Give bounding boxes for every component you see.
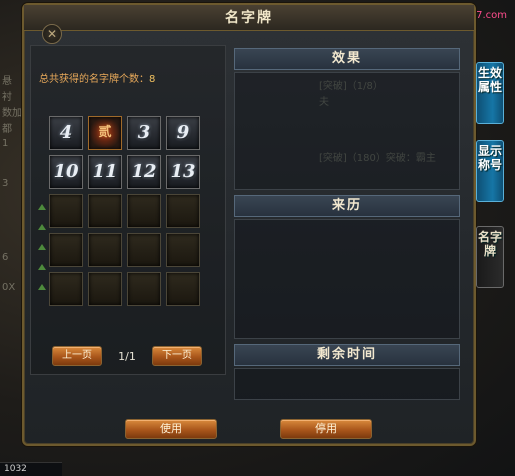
close-icon[interactable]: ✕ [42, 24, 62, 44]
up-arrow-icon [38, 284, 46, 290]
use-button[interactable]: 使用 [125, 419, 217, 439]
bottom-counter: 1032 [0, 462, 62, 476]
background-text: 都 [2, 124, 12, 135]
empty-tag-slot[interactable] [127, 272, 161, 306]
name-tag-grid: 4 贰 3 9 10 11 12 13 [49, 116, 200, 306]
name-tag-slot[interactable]: 3 [127, 116, 161, 150]
name-tag-slot[interactable]: 13 [166, 155, 200, 189]
name-tag-slot[interactable]: 9 [166, 116, 200, 150]
empty-tag-slot[interactable] [166, 233, 200, 267]
background-text: 1 [2, 138, 9, 149]
prev-page-button[interactable]: 上一页 [52, 346, 102, 366]
window-titlebar[interactable]: 名字牌 [24, 5, 474, 31]
name-tag-glyph: 3 [137, 122, 151, 143]
background-text: 衬 [2, 92, 12, 103]
source-header: 来历 [234, 195, 460, 217]
up-arrow-icon [38, 204, 46, 210]
name-tag-glyph: 贰 [98, 125, 112, 140]
tab-show-title[interactable]: 显示称号 [476, 140, 504, 202]
empty-tag-slot[interactable] [127, 233, 161, 267]
window-title: 名字牌 [225, 10, 273, 26]
pager: 上一页 1/1 下一页 [52, 346, 202, 366]
up-arrow-icon [38, 264, 46, 270]
effect-ghost-text: 夫 [319, 97, 329, 108]
empty-tag-slot[interactable] [49, 272, 83, 306]
row-markers [38, 204, 46, 304]
name-tag-glyph: 10 [53, 161, 79, 182]
tag-count-value: 8 [149, 74, 156, 85]
name-tag-window: 名字牌 总共获得的名字牌个数：8 4 贰 3 9 10 11 12 13 上一页 1/1 下一… [22, 3, 476, 446]
empty-tag-slot[interactable] [49, 233, 83, 267]
name-tag-glyph: 4 [59, 122, 73, 143]
empty-tag-slot[interactable] [166, 194, 200, 228]
tab-name-tag[interactable]: 名字牌 [476, 226, 504, 288]
name-tag-glyph: 11 [92, 161, 118, 182]
tag-count-text: 总共获得的名字牌个数： [39, 74, 149, 85]
disable-button[interactable]: 停用 [280, 419, 372, 439]
name-tag-glyph: 12 [131, 161, 157, 182]
effect-header: 效果 [234, 48, 460, 70]
empty-tag-slot[interactable] [127, 194, 161, 228]
tab-effect-attributes[interactable]: 生效属性 [476, 62, 504, 124]
page-indicator: 1/1 [118, 349, 136, 363]
name-tag-slot[interactable]: 11 [88, 155, 122, 189]
background-text: 数加 [2, 108, 22, 119]
effect-ghost-text: [突破]（180）突破：霸主 [319, 153, 436, 164]
remaining-time-content [234, 368, 460, 400]
name-tag-slot[interactable]: 贰 [88, 116, 122, 150]
up-arrow-icon [38, 244, 46, 250]
source-content [234, 219, 460, 339]
empty-tag-slot[interactable] [49, 194, 83, 228]
name-tag-slot[interactable]: 12 [127, 155, 161, 189]
next-page-button[interactable]: 下一页 [152, 346, 202, 366]
game-screen: 小富代售www.xxds777.com 悬 衬 数加 都 1 3 6 0X 10… [0, 0, 515, 476]
empty-tag-slot[interactable] [88, 233, 122, 267]
empty-tag-slot[interactable] [88, 272, 122, 306]
up-arrow-icon [38, 224, 46, 230]
name-tag-glyph: 13 [170, 161, 196, 182]
name-tag-slot[interactable]: 10 [49, 155, 83, 189]
effect-content: [突破]（1/8） 夫 [突破]（180）突破：霸主 [234, 72, 460, 190]
background-text: 3 [2, 178, 9, 189]
empty-tag-slot[interactable] [166, 272, 200, 306]
empty-tag-slot[interactable] [88, 194, 122, 228]
background-text: 0X [2, 282, 16, 293]
tag-count-label: 总共获得的名字牌个数：8 [39, 70, 155, 85]
background-text: 6 [2, 252, 9, 263]
name-tag-glyph: 9 [176, 122, 190, 143]
background-text: 悬 [2, 76, 12, 87]
name-tag-slot[interactable]: 4 [49, 116, 83, 150]
effect-ghost-text: [突破]（1/8） [319, 81, 383, 92]
remaining-time-header: 剩余时间 [234, 344, 460, 366]
